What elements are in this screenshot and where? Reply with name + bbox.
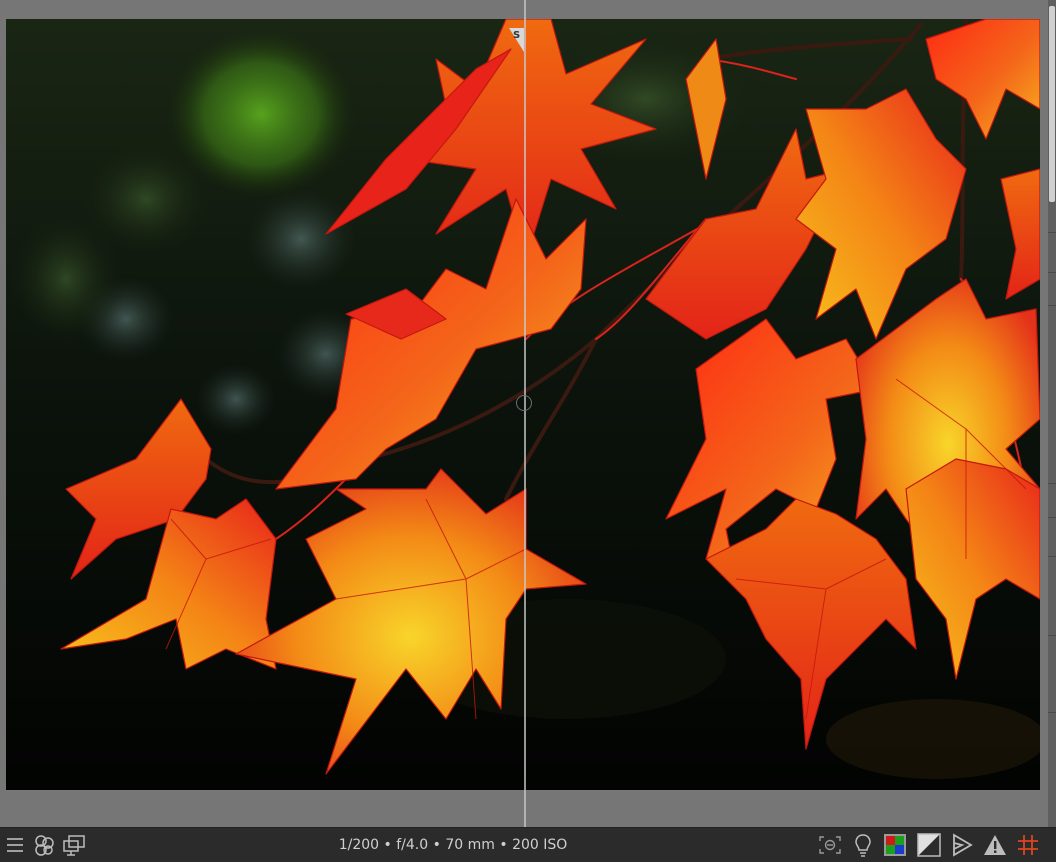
split-marker-label: S (513, 30, 521, 41)
exif-iso: 200 ISO (512, 837, 568, 853)
exif-separator: • (379, 837, 397, 853)
panel-separator (1048, 712, 1056, 713)
panel-separator (1048, 635, 1056, 636)
guides-grid-icon[interactable] (1015, 832, 1041, 858)
gamut-warning-icon[interactable] (982, 832, 1008, 858)
softproof-icon[interactable] (949, 832, 975, 858)
exif-separator: • (428, 837, 446, 853)
image-exif-summary: 1/200 • f/4.0 • 70 mm • 200 ISO (0, 828, 906, 862)
split-view-divider[interactable] (524, 0, 526, 827)
split-view-rotate-handle[interactable] (516, 395, 532, 411)
color-assessment-icon[interactable] (882, 832, 908, 858)
bottom-toolbar: 1/200 • f/4.0 • 70 mm • 200 ISO (0, 827, 1056, 862)
panel-separator (1048, 305, 1056, 306)
right-panel-edge[interactable] (1048, 0, 1056, 827)
focus-peaking-icon[interactable] (817, 832, 843, 858)
bulb-icon[interactable] (850, 832, 876, 858)
panel-separator (1048, 232, 1056, 233)
right-panel-scrollbar[interactable] (1049, 6, 1055, 202)
clipping-indicator-icon[interactable] (916, 832, 942, 858)
exif-focal-length: 70 mm (445, 837, 495, 853)
panel-separator (1048, 517, 1056, 518)
panel-separator (1048, 483, 1056, 484)
center-view[interactable]: S (0, 0, 1056, 827)
panel-separator (1048, 272, 1056, 273)
exif-separator: • (494, 837, 513, 853)
panel-separator (1048, 556, 1056, 557)
exif-exposure: 1/200 (338, 837, 380, 853)
exif-aperture: f/4.0 (396, 837, 429, 853)
